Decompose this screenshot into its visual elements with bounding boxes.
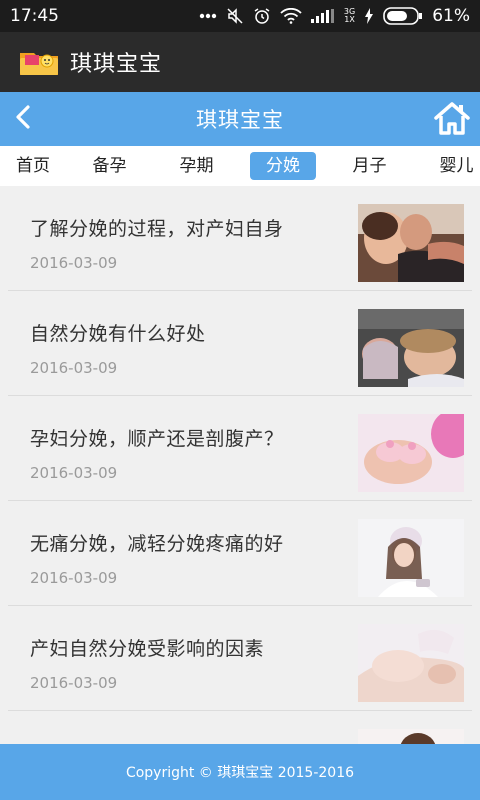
mute-icon <box>226 7 244 25</box>
article-title: 无痛分娩，减轻分娩疼痛的好 <box>30 533 284 555</box>
network-type: 3G 1X <box>343 7 356 24</box>
tab-pregnancy[interactable]: 孕期 <box>153 152 240 180</box>
article-date: 2016-03-09 <box>30 674 118 692</box>
tab-home[interactable]: 首页 <box>0 152 66 180</box>
battery-icon <box>383 7 423 25</box>
back-button[interactable] <box>8 104 38 134</box>
status-icons: 3G 1X 61% <box>199 6 470 26</box>
tab-pre-pregnancy[interactable]: 备孕 <box>66 152 153 180</box>
footer: Copyright © 琪琪宝宝 2015-2016 <box>0 744 480 800</box>
article-title: 了解分娩的过程，对产妇自身 <box>30 218 284 240</box>
list-item[interactable]: 产妇自然分娩受影响的因素 2016-03-09 <box>8 606 472 711</box>
article-date: 2016-03-09 <box>30 254 118 272</box>
app-title: 琪琪宝宝 <box>70 52 163 77</box>
article-thumbnail <box>358 204 464 282</box>
charging-icon <box>364 8 374 24</box>
battery-percent: 61% <box>432 6 470 26</box>
page-title: 琪琪宝宝 <box>196 108 284 132</box>
home-button[interactable] <box>434 101 470 135</box>
chevron-left-icon <box>15 105 31 133</box>
copyright-text: Copyright © 琪琪宝宝 2015-2016 <box>125 765 355 781</box>
alarm-icon <box>253 7 271 25</box>
article-thumbnail <box>358 309 464 387</box>
signal-icon <box>310 9 335 23</box>
article-thumbnail <box>358 519 464 597</box>
list-item[interactable]: 了解分娩的过程，对产妇自身 2016-03-09 <box>8 186 472 291</box>
app-bar: 琪琪宝宝 <box>0 32 480 92</box>
category-tabs: 首页 备孕 孕期 分娩 月子 婴儿 <box>0 146 480 186</box>
page-header: 琪琪宝宝 <box>0 92 480 146</box>
list-item[interactable]: 孕妇分娩，顺产还是剖腹产？ 2016-03-09 <box>8 396 472 501</box>
article-thumbnail <box>358 624 464 702</box>
article-title: 产妇自然分娩受影响的因素 <box>30 638 265 660</box>
article-thumbnail <box>358 414 464 492</box>
article-title: 自然分娩有什么好处 <box>30 323 206 345</box>
tab-infant[interactable]: 婴儿 <box>413 152 480 180</box>
more-dots-icon <box>199 13 217 19</box>
tab-childbirth[interactable]: 分娩 <box>250 152 316 180</box>
tab-postpartum[interactable]: 月子 <box>326 152 413 180</box>
article-title: 孕妇分娩，顺产还是剖腹产？ <box>30 428 284 450</box>
article-date: 2016-03-09 <box>30 569 118 587</box>
article-thumbnail <box>358 729 464 744</box>
article-date: 2016-03-09 <box>30 359 118 377</box>
status-bar: 17:45 3G 1X 61% <box>0 0 480 32</box>
status-time: 17:45 <box>10 6 59 26</box>
home-icon <box>434 102 470 139</box>
list-item[interactable]: 自然分娩有什么好处 2016-03-09 <box>8 291 472 396</box>
article-list: 了解分娩的过程，对产妇自身 2016-03-09 自然分娩有什么好处 2016-… <box>0 186 480 744</box>
list-item[interactable]: 无痛分娩，减轻分娩疼痛的好 2016-03-09 <box>8 501 472 606</box>
article-date: 2016-03-09 <box>30 464 118 482</box>
list-item[interactable] <box>8 711 472 744</box>
wifi-icon <box>280 8 302 24</box>
app-logo-icon <box>18 47 60 77</box>
